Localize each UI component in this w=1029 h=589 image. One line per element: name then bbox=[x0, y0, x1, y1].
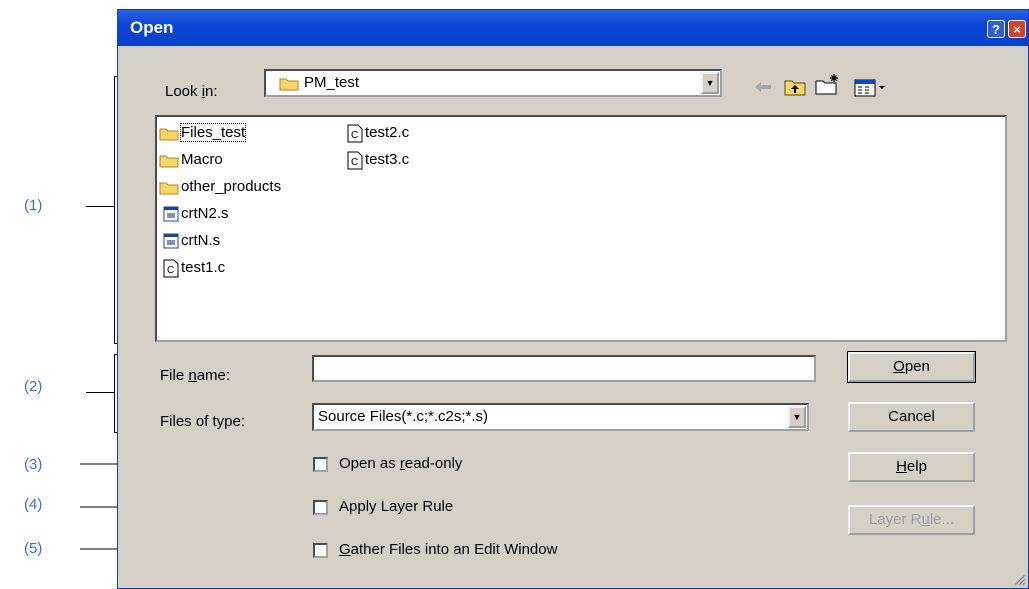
c-file-icon: C bbox=[347, 151, 363, 170]
cancel-button[interactable]: Cancel bbox=[848, 402, 975, 432]
svg-text:C: C bbox=[351, 157, 358, 168]
files-of-type-value: Source Files(*.c;*.c2s;*.s) bbox=[318, 408, 489, 425]
look-in-dropdown[interactable]: PM_test ▼ bbox=[264, 69, 722, 97]
asm-file-icon bbox=[163, 206, 179, 222]
folder-icon bbox=[159, 182, 179, 195]
read-only-label[interactable]: Open as read-only bbox=[339, 455, 462, 472]
file-name-input[interactable] bbox=[312, 355, 816, 382]
layer-rule-button[interactable]: Layer Rule... bbox=[848, 505, 975, 535]
asm-file-icon bbox=[163, 233, 179, 249]
list-item-files-test[interactable]: Files_test bbox=[159, 122, 247, 144]
back-arrow-icon[interactable] bbox=[754, 80, 772, 94]
svg-text:C: C bbox=[167, 265, 174, 276]
file-name-text: Macro bbox=[181, 151, 223, 168]
file-list[interactable]: Files_test Macro other_products crtN2.s … bbox=[155, 115, 1007, 342]
list-item-test3-c[interactable]: Ctest3.c bbox=[347, 149, 409, 171]
help-title-button[interactable]: ? bbox=[987, 20, 1005, 38]
file-name-text: crtN.s bbox=[181, 232, 221, 249]
files-of-type-dropdown[interactable]: Source Files(*.c;*.c2s;*.s) ▼ bbox=[312, 403, 809, 431]
file-name-text: test2.c bbox=[365, 124, 410, 141]
folder-icon bbox=[159, 155, 179, 168]
read-only-checkbox[interactable] bbox=[313, 457, 328, 472]
list-item-crtn-s[interactable]: crtN.s bbox=[163, 230, 220, 252]
look-in-label: Look in: bbox=[165, 83, 218, 100]
help-button[interactable]: Help bbox=[848, 452, 975, 482]
list-item-test2-c[interactable]: Ctest2.c bbox=[347, 122, 409, 144]
folder-icon bbox=[159, 128, 179, 141]
file-name-text: crtN2.s bbox=[181, 205, 229, 222]
open-button[interactable]: Open bbox=[847, 351, 976, 383]
view-menu-icon[interactable] bbox=[854, 79, 888, 97]
apply-layer-rule-checkbox[interactable] bbox=[313, 500, 328, 515]
apply-layer-rule-label[interactable]: Apply Layer Rule bbox=[339, 498, 453, 515]
folder-icon bbox=[279, 78, 299, 91]
title-bar[interactable]: Open ? × bbox=[118, 10, 1028, 46]
resize-grip-icon[interactable] bbox=[1012, 572, 1026, 586]
gather-files-label[interactable]: Gather Files into an Edit Window bbox=[339, 541, 557, 558]
look-in-value: PM_test bbox=[304, 74, 360, 91]
new-folder-icon[interactable] bbox=[815, 73, 841, 95]
list-item-crtn2-s[interactable]: crtN2.s bbox=[163, 203, 229, 225]
files-of-type-label: Files of type: bbox=[160, 413, 246, 430]
c-file-icon: C bbox=[163, 259, 179, 278]
file-name-text: other_products bbox=[181, 178, 282, 195]
gather-files-checkbox[interactable] bbox=[313, 543, 328, 558]
open-dialog: Open ? × Look in: PM_test ▼ Files_test M… bbox=[117, 9, 1029, 589]
c-file-icon: C bbox=[347, 124, 363, 143]
up-one-level-icon[interactable] bbox=[784, 78, 806, 96]
list-item-other-products[interactable]: other_products bbox=[159, 176, 281, 198]
file-name-text: test1.c bbox=[181, 259, 226, 276]
file-name-text: test3.c bbox=[365, 151, 410, 168]
list-item-test1-c[interactable]: Ctest1.c bbox=[163, 257, 225, 279]
close-title-button[interactable]: × bbox=[1008, 20, 1026, 38]
file-name-text: Files_test bbox=[179, 123, 247, 142]
look-in-dropdown-arrow[interactable]: ▼ bbox=[701, 72, 719, 94]
list-item-macro[interactable]: Macro bbox=[159, 149, 223, 171]
svg-text:C: C bbox=[351, 130, 358, 141]
file-name-label: File name: bbox=[160, 367, 231, 384]
files-of-type-dropdown-arrow[interactable]: ▼ bbox=[788, 406, 806, 428]
dialog-title: Open bbox=[130, 18, 174, 37]
